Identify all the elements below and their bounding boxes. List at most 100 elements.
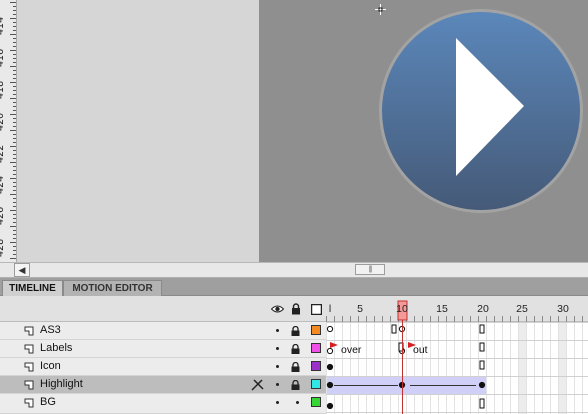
ruler-tick (13, 206, 16, 207)
lock-toggle[interactable] (296, 401, 299, 404)
ruler-tick (10, 66, 16, 67)
playhead-frame-number: 10 (396, 303, 408, 315)
lock-icon[interactable] (291, 380, 300, 390)
edit-pencil-icon[interactable] (251, 379, 264, 391)
visibility-toggle[interactable] (276, 383, 279, 386)
layer-row-bg[interactable]: BG (0, 394, 326, 414)
layer-name[interactable]: Icon (40, 360, 61, 372)
ruler-tick (13, 22, 16, 23)
ruler-tick (13, 38, 16, 39)
layer-color-swatch[interactable] (311, 379, 321, 389)
ruler-tick (13, 134, 16, 135)
ruler-tick (10, 162, 16, 163)
layer-color-swatch[interactable] (311, 325, 321, 335)
ruler-label: 420 (0, 112, 6, 131)
visibility-toggle[interactable] (276, 365, 279, 368)
ruler-tick (13, 174, 16, 175)
layer-color-swatch[interactable] (311, 343, 321, 353)
tab-motion-editor[interactable]: MOTION EDITOR (63, 280, 162, 296)
visibility-toggle[interactable] (276, 329, 279, 332)
eye-icon[interactable] (271, 304, 284, 314)
tab-timeline[interactable]: TIMELINE (2, 280, 63, 296)
ruler-tick (10, 258, 16, 259)
play-button-graphic[interactable] (378, 8, 584, 214)
frame-label-out[interactable]: out (413, 344, 428, 356)
frame-cell-highlight (518, 322, 526, 414)
frame-number: 25 (516, 303, 528, 315)
ruler-label: 416 (0, 48, 6, 67)
ruler-tick (13, 230, 16, 231)
visibility-toggle[interactable] (276, 347, 279, 350)
ruler-tick (13, 254, 16, 255)
ruler-tick (13, 62, 16, 63)
ruler-tick (13, 250, 16, 251)
scroll-left-arrow-icon[interactable]: ◀ (14, 263, 30, 277)
ruler-tick (13, 74, 16, 75)
layer-name[interactable]: AS3 (40, 324, 61, 336)
scroll-thumb[interactable]: ||| (355, 264, 385, 275)
keyframe (326, 381, 334, 389)
ruler-tick (10, 50, 16, 51)
horizontal-scrollbar[interactable] (0, 262, 588, 278)
ruler-tick (13, 238, 16, 239)
layer-icon (24, 380, 34, 390)
layer-row-icon[interactable]: Icon (0, 358, 326, 376)
keyframe (326, 325, 334, 333)
layer-color-swatch[interactable] (311, 397, 321, 407)
ruler-tick (10, 98, 16, 99)
lock-icon[interactable] (291, 362, 300, 372)
ruler-tick (13, 26, 16, 27)
layer-color-swatch[interactable] (311, 361, 321, 371)
ruler-tick (13, 138, 16, 139)
ruler-tick (13, 10, 16, 11)
ruler-tick (13, 150, 16, 151)
visibility-toggle[interactable] (276, 401, 279, 404)
ruler-tick (10, 130, 16, 131)
end-frame (479, 398, 485, 409)
ruler-tick (13, 78, 16, 79)
layer-name[interactable]: BG (40, 396, 56, 408)
ruler-tick (13, 170, 16, 171)
ruler-tick (13, 234, 16, 235)
layer-row-labels[interactable]: Labels (0, 340, 326, 358)
layer-icon (24, 362, 34, 372)
ruler-tick (13, 158, 16, 159)
ruler-tick (13, 218, 16, 219)
ruler-tick (13, 86, 16, 87)
keyframe (326, 402, 334, 410)
lock-icon[interactable] (291, 344, 300, 354)
end-frame (391, 324, 397, 334)
ruler-tick (13, 54, 16, 55)
ruler-tick (13, 202, 16, 203)
ruler-tick (13, 6, 16, 7)
frame-label-over[interactable]: over (341, 344, 361, 356)
layer-icon (24, 398, 34, 408)
ruler-label: 418 (0, 80, 6, 99)
lock-icon[interactable] (291, 303, 301, 315)
end-frame (479, 324, 485, 334)
ruler-tick (13, 106, 16, 107)
ruler-tick (13, 118, 16, 119)
ruler-tick (13, 70, 16, 71)
frame-number: 20 (477, 303, 489, 315)
keyframe (326, 363, 334, 371)
layer-name[interactable]: Labels (40, 342, 72, 354)
layer-row-as3[interactable]: AS3 (0, 322, 326, 340)
ruler-tick (13, 102, 16, 103)
frame-number: 30 (557, 303, 569, 315)
ruler-tick (13, 14, 16, 15)
keyframe (326, 347, 334, 355)
layer-name[interactable]: Highlight (40, 378, 83, 390)
ruler-tick (13, 30, 16, 31)
ruler-tick (10, 210, 16, 211)
frame-number: 15 (436, 303, 448, 315)
ruler-tick (13, 90, 16, 91)
ruler-tick (13, 126, 16, 127)
ruler-tick (10, 226, 16, 227)
ruler-tick (10, 146, 16, 147)
lock-icon[interactable] (291, 326, 300, 336)
frame-number: l (328, 303, 332, 315)
ruler-tick (10, 114, 16, 115)
layer-row-highlight[interactable]: Highlight (0, 376, 326, 394)
ruler-tick (13, 58, 16, 59)
